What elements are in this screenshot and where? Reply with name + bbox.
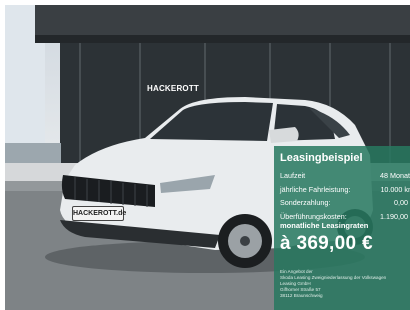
row-value: 48 Monate [380,171,410,180]
listing-image-frame: HACKEROTT HACKEROTT.de Leasingbeispiel L… [0,0,410,310]
monthly-rate-price: à 369,00 € [280,233,373,254]
dealer-sign: HACKEROTT [147,84,200,93]
panel-title: Leasingbeispiel [280,152,363,164]
fine-print: Ein Angebot der Skoda Leasing Zweigniede… [280,269,386,299]
row-value: 0,00 € [394,198,410,207]
leasing-rows: Laufzeit 48 Monate jährliche Fahrleistun… [280,169,410,223]
row-label: jährliche Fahrleistung: [280,184,351,194]
row-value: 10.000 km [380,184,410,194]
leasing-panel: Leasingbeispiel Laufzeit 48 Monate jährl… [274,146,410,310]
monthly-rate-label: monatliche Leasingraten [280,221,369,230]
row-down-payment: Sonderzahlung: 0,00 € [280,196,410,210]
row-label: Sonderzahlung: [280,198,331,207]
row-label: Laufzeit [280,171,306,180]
row-value: 1.190,00 € [380,211,410,221]
row-mileage: jährliche Fahrleistung: 10.000 km [280,183,410,197]
fine-print-line: 38112 Braunschweig [280,293,323,298]
row-term: Laufzeit 48 Monate [280,169,410,183]
license-plate: HACKEROTT.de [72,206,126,221]
